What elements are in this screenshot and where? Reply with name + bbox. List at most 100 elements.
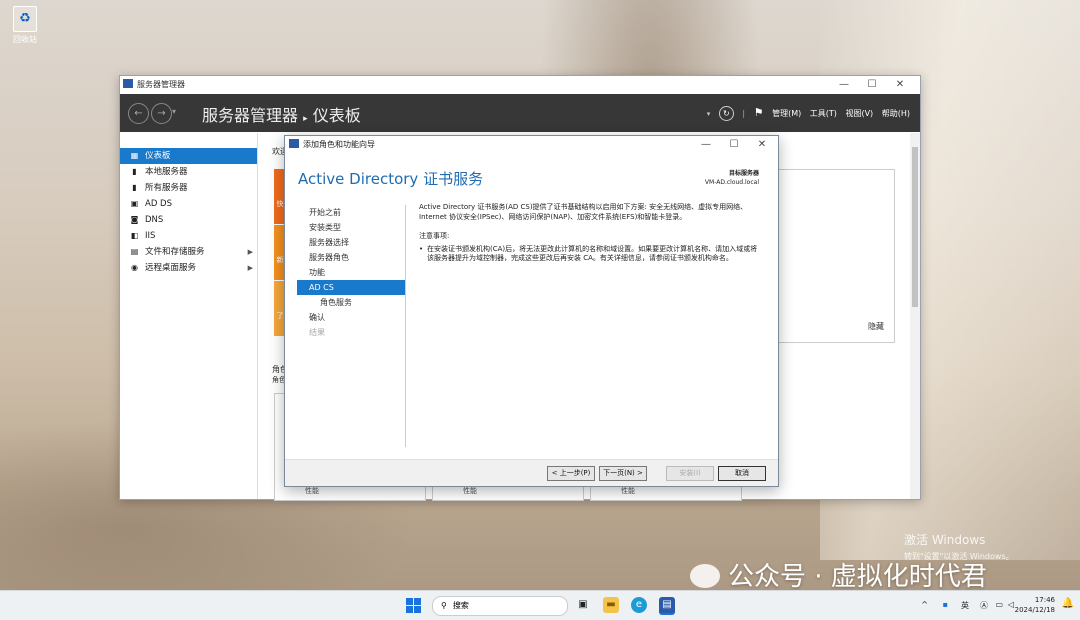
add-roles-wizard: 添加角色和功能向导 — ☐ ✕ Active Directory 证书服务 目标服务… xyxy=(284,135,779,487)
wechat-logo-icon xyxy=(690,564,720,588)
breadcrumb-page: 仪表板 xyxy=(312,106,361,125)
sidebar-item[interactable]: ▮ 所有服务器 xyxy=(120,180,257,196)
hide-link[interactable]: 隐藏 xyxy=(868,321,884,332)
target-server-label: 目标服务器 xyxy=(728,170,759,177)
sm-window-title: 服务器管理器 xyxy=(137,80,185,89)
previous-button[interactable]: < 上一步(P) xyxy=(547,466,595,481)
task-view-icon[interactable]: ▣ xyxy=(575,597,591,613)
minimize-icon[interactable]: — xyxy=(692,136,720,154)
install-button[interactable]: 安装(I) xyxy=(666,466,714,481)
wizard-step[interactable]: 角色服务 xyxy=(297,295,405,310)
wizard-steps: 开始之前 安装类型 服务器选择 服务器角色 功能 AD CS 角色服务 确认结果 xyxy=(297,205,405,340)
adds-icon: ▣ xyxy=(130,199,139,208)
sm-menu-bar: ▾ ↻ | ⚑ 管理(M) 工具(T) 视图(V) 帮助(H) xyxy=(701,106,910,121)
clock[interactable]: 17:46 2024/12/18 xyxy=(1015,595,1055,615)
sidebar-item-label: 仪表板 xyxy=(145,151,171,161)
wizard-title: 添加角色和功能向导 xyxy=(303,140,375,149)
wizard-footer: < 上一步(P) 下一页(N) > 安装(I) 取消 xyxy=(285,459,778,486)
server-manager-icon xyxy=(123,79,133,88)
target-server: 目标服务器 VM-AD.cloud.local xyxy=(705,169,759,187)
notifications-flag-icon[interactable]: ⚑ xyxy=(754,106,764,119)
notes-heading: 注意事项: xyxy=(419,232,450,240)
sidebar-item[interactable]: ▦ 仪表板 xyxy=(120,148,257,164)
iis-icon: ◧ xyxy=(130,231,139,240)
chevron-up-icon[interactable]: ^ xyxy=(921,600,928,609)
sidebar-item-label: DNS xyxy=(145,215,164,225)
menu-manage[interactable]: 管理(M) xyxy=(772,109,801,118)
remote-desktop-icon: ◉ xyxy=(131,263,138,272)
wizard-step[interactable]: 开始之前 xyxy=(297,205,405,220)
refresh-dropdown-icon[interactable]: ▾ xyxy=(707,110,711,118)
minimize-icon[interactable]: — xyxy=(830,76,858,94)
tile-footer: 性能 xyxy=(463,487,477,495)
ime-mode-icon[interactable]: Ⓐ xyxy=(980,600,988,611)
chevron-right-icon[interactable]: ▶ xyxy=(248,244,253,260)
menu-help[interactable]: 帮助(H) xyxy=(882,109,910,118)
sidebar-item[interactable]: ◙ DNS xyxy=(120,212,257,228)
sidebar-item[interactable]: ▮ 本地服务器 xyxy=(120,164,257,180)
clock-date: 2024/12/18 xyxy=(1014,606,1055,614)
sm-scrollbar[interactable] xyxy=(910,133,920,499)
clock-time: 17:46 xyxy=(1034,596,1055,604)
sidebar-item[interactable]: ◧ IIS xyxy=(120,228,257,244)
sidebar-item[interactable]: ▤ 文件和存储服务 ▶ xyxy=(120,244,257,260)
taskbar: ⚲ 搜索 ▣ ▬ e ▤ ^ ▪ 英 Ⓐ ▭ ◁ 17:46 2024/12/18… xyxy=(0,590,1080,620)
cancel-button[interactable]: 取消 xyxy=(718,466,766,481)
server-icon: ▮ xyxy=(132,167,137,176)
scroll-thumb[interactable] xyxy=(912,147,918,307)
history-dropdown-icon[interactable]: ▾ xyxy=(172,107,176,116)
sidebar-item[interactable]: ▣ AD DS xyxy=(120,196,257,212)
windows-start-icon[interactable] xyxy=(406,598,421,613)
sm-sidebar: ▦ 仪表板 ▮ 本地服务器 ▮ 所有服务器 ▣ AD DS ◙ DNS ◧ IIS ▤ 文件和存储服务 ▶ ◉… xyxy=(120,133,258,499)
notification-bell-icon[interactable]: 🔔 xyxy=(1062,598,1074,609)
network-status-icon[interactable]: ▪ xyxy=(943,600,948,609)
wechat-watermark: 公众号 · 虚拟化时代君 xyxy=(690,556,987,593)
breadcrumb: 服务器管理器 ▸ 仪表板 xyxy=(202,102,361,126)
menu-tools[interactable]: 工具(T) xyxy=(810,109,837,118)
sidebar-item-label: IIS xyxy=(145,231,156,241)
wizard-titlebar[interactable]: 添加角色和功能向导 — ☐ ✕ xyxy=(285,136,778,154)
wizard-step[interactable]: 服务器角色 xyxy=(297,250,405,265)
file-explorer-icon[interactable]: ▬ xyxy=(603,597,619,613)
separator: | xyxy=(742,109,746,118)
sidebar-item-label: 本地服务器 xyxy=(145,167,188,177)
back-icon[interactable]: ← xyxy=(128,103,149,124)
maximize-icon[interactable]: ☐ xyxy=(858,76,886,94)
wizard-step[interactable]: 服务器选择 xyxy=(297,235,405,250)
activate-title: 激活 Windows xyxy=(904,533,986,547)
sm-titlebar[interactable]: 服务器管理器 — ☐ ✕ xyxy=(120,76,920,94)
sidebar-item[interactable]: ◉ 远程桌面服务 ▶ xyxy=(120,260,257,276)
sidebar-item-label: 远程桌面服务 xyxy=(145,263,197,273)
dns-icon: ◙ xyxy=(130,215,139,224)
storage-icon: ▤ xyxy=(130,247,139,256)
wizard-step[interactable]: 确认 xyxy=(297,310,405,325)
wizard-step[interactable]: AD CS xyxy=(297,280,405,295)
sidebar-item-label: AD DS xyxy=(145,199,173,209)
chevron-right-icon[interactable]: ▶ xyxy=(248,260,253,276)
network-icon[interactable]: ▭ xyxy=(995,600,1003,609)
menu-view[interactable]: 视图(V) xyxy=(845,109,873,118)
volume-icon[interactable]: ◁ xyxy=(1008,600,1014,609)
taskbar-search[interactable]: ⚲ 搜索 xyxy=(432,596,568,616)
refresh-icon[interactable]: ↻ xyxy=(718,106,734,121)
next-button[interactable]: 下一页(N) > xyxy=(599,466,647,481)
wizard-step[interactable]: 功能 xyxy=(297,265,405,280)
sm-header: ← → ▾ 服务器管理器 ▸ 仪表板 ▾ ↻ | ⚑ 管理(M) 工具(T) 视… xyxy=(120,94,920,132)
forward-icon[interactable]: → xyxy=(151,103,172,124)
server-manager-taskbar-icon[interactable]: ▤ xyxy=(659,597,675,615)
ime-indicator[interactable]: 英 xyxy=(961,600,969,611)
breadcrumb-separator: ▸ xyxy=(303,114,308,124)
wizard-step: 结果 xyxy=(309,328,325,337)
breadcrumb-app[interactable]: 服务器管理器 xyxy=(202,106,298,125)
close-icon[interactable]: ✕ xyxy=(886,76,914,94)
wizard-step[interactable]: 安装类型 xyxy=(297,220,405,235)
desktop-recycle-bin[interactable]: ♻ 回收站 xyxy=(8,6,42,45)
note-item: 在安装证书颁发机构(CA)后，将无法更改此计算机的名称和域设置。如果要更改计算机… xyxy=(419,245,759,264)
edge-icon[interactable]: e xyxy=(631,597,647,613)
dashboard-icon: ▦ xyxy=(130,151,139,160)
wizard-icon xyxy=(289,139,299,148)
maximize-icon[interactable]: ☐ xyxy=(720,136,748,154)
adcs-description: Active Directory 证书服务(AD CS)提供了证书基础结构以启用… xyxy=(419,203,748,221)
search-icon: ⚲ xyxy=(441,601,447,610)
close-icon[interactable]: ✕ xyxy=(748,136,776,154)
